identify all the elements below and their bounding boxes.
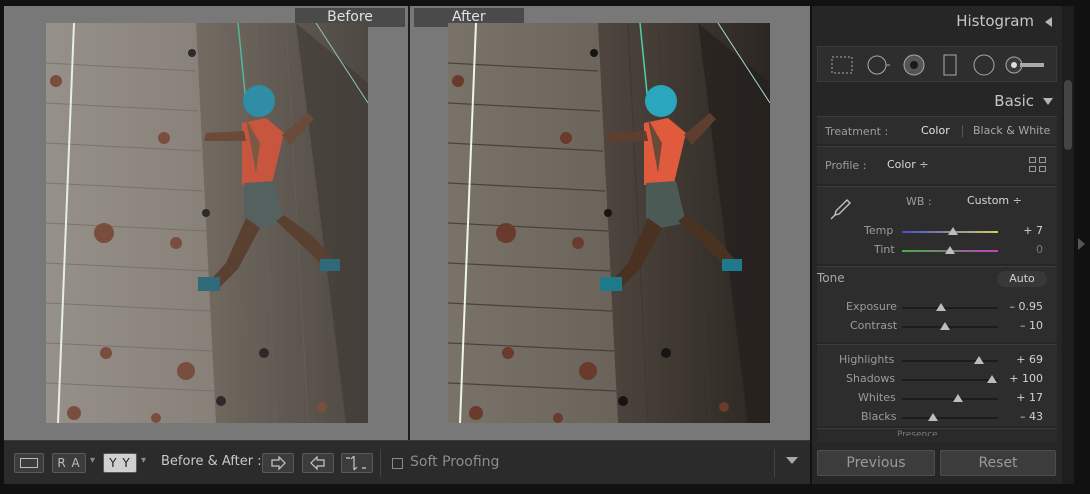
graduated-filter-icon[interactable] — [936, 51, 964, 79]
highlights-value[interactable]: + 69 — [1003, 353, 1043, 366]
arrow-left-icon — [310, 455, 325, 471]
spot-removal-icon[interactable] — [864, 51, 892, 79]
before-pane: Before — [6, 6, 408, 440]
whites-slider[interactable] — [902, 394, 998, 402]
exposure-slider[interactable] — [902, 303, 998, 311]
after-photo[interactable] — [448, 23, 770, 423]
exposure-slider-knob[interactable] — [936, 303, 947, 311]
soft-proofing-label[interactable]: Soft Proofing — [410, 454, 499, 470]
after-photo-image — [448, 23, 770, 423]
previous-button[interactable]: Previous — [817, 450, 935, 476]
tint-slider[interactable] — [902, 246, 998, 254]
before-after-side-by-side-button[interactable]: Y Y — [103, 453, 137, 473]
treatment-color-option[interactable]: Color — [921, 124, 950, 137]
after-pane: After — [410, 6, 810, 440]
swap-before-after-button[interactable] — [341, 453, 373, 473]
eyedropper-icon[interactable] — [827, 197, 853, 223]
contrast-label: Contrast — [850, 319, 898, 332]
soft-proofing-checkbox[interactable] — [392, 458, 403, 469]
compare-toolbar: R A ▾ Y Y ▾ Before & After : Soft Proofi… — [4, 440, 810, 484]
copy-after-to-before-button[interactable] — [302, 453, 334, 473]
arrow-right-icon — [271, 455, 286, 471]
collapse-down-icon — [1043, 98, 1053, 105]
treatment-bw-option[interactable]: Black & White — [973, 124, 1050, 137]
exposure-value[interactable]: – 0.95 — [1003, 300, 1044, 313]
tone-label: Tone — [817, 271, 845, 285]
histogram-panel-header[interactable]: Histogram — [812, 6, 1062, 36]
contrast-slider[interactable] — [902, 322, 998, 330]
loupe-view-button[interactable] — [14, 453, 44, 473]
wb-label: WB : — [906, 195, 932, 208]
profile-label: Profile : — [825, 159, 867, 172]
blacks-value[interactable]: – 43 — [1003, 410, 1043, 423]
right-panel-toggle-icon[interactable] — [1078, 238, 1085, 250]
toolbar-menu-chevron-icon[interactable] — [786, 457, 798, 464]
red-eye-icon[interactable] — [900, 51, 928, 79]
reset-button[interactable]: Reset — [940, 450, 1056, 476]
tint-slider-knob[interactable] — [945, 246, 955, 254]
adjustment-brush-icon[interactable] — [1004, 51, 1048, 79]
blacks-slider-knob[interactable] — [927, 413, 938, 421]
shadows-label: Shadows — [846, 372, 896, 385]
lightroom-develop-window: Before After R A ▾ Y Y ▾ Before & After … — [0, 0, 1090, 494]
contrast-slider-knob[interactable] — [940, 322, 951, 330]
copy-before-to-after-button[interactable] — [262, 453, 294, 473]
highlights-slider[interactable] — [902, 356, 998, 364]
shadows-slider-knob[interactable] — [987, 375, 998, 383]
whites-value[interactable]: + 17 — [1003, 391, 1043, 404]
loupe-view-icon — [20, 458, 38, 468]
profile-row: Profile : Color ÷ — [817, 146, 1057, 184]
treatment-row: Treatment : Color Black & White — [817, 116, 1057, 144]
temp-label: Temp — [864, 224, 894, 237]
temp-slider-knob[interactable] — [947, 227, 958, 235]
view-options-chevron-icon[interactable]: ▾ — [90, 455, 95, 466]
basic-title: Basic — [994, 92, 1034, 110]
tone-section: Tone Auto Exposure – 0.95 Contrast – 10 — [817, 266, 1057, 342]
split-options-chevron-icon[interactable]: ▾ — [141, 455, 146, 466]
before-photo[interactable] — [46, 23, 368, 423]
tint-label: Tint — [874, 243, 895, 256]
radial-filter-icon[interactable] — [970, 51, 998, 79]
before-after-label: Before & After : — [161, 454, 262, 469]
blacks-label: Blacks — [861, 410, 897, 423]
white-balance-section: WB : Custom ÷ Temp + 7 Tint 0 — [817, 186, 1057, 264]
temp-value[interactable]: + 7 — [1003, 224, 1043, 237]
histogram-title: Histogram — [956, 12, 1034, 30]
before-after-compare-view: Before After — [4, 6, 810, 440]
before-after-left-right-button[interactable]: R A — [52, 453, 86, 473]
presence-tone-sliders: Highlights + 69 Shadows + 100 Whites + 1… — [817, 344, 1057, 426]
whites-label: Whites — [858, 391, 896, 404]
auto-tone-button[interactable]: Auto — [997, 271, 1047, 287]
tint-value[interactable]: 0 — [1003, 243, 1043, 256]
whites-slider-knob[interactable] — [952, 394, 963, 402]
exposure-label: Exposure — [846, 300, 897, 313]
crop-overlay-icon[interactable] — [828, 51, 856, 79]
highlights-label: Highlights — [839, 353, 895, 366]
toolbar-divider — [774, 449, 775, 477]
treatment-divider — [962, 125, 963, 137]
wb-select[interactable]: Custom ÷ — [967, 194, 1022, 207]
before-photo-image — [46, 23, 368, 423]
develop-right-panel: Histogram Basic Treatment : Color Black … — [812, 6, 1062, 484]
contrast-value[interactable]: – 10 — [1003, 319, 1043, 332]
toolbar-divider — [380, 449, 381, 477]
treatment-label: Treatment : — [825, 125, 889, 138]
shadows-slider[interactable] — [902, 375, 998, 383]
swap-arrows-icon — [346, 455, 366, 471]
collapse-left-icon — [1045, 17, 1052, 27]
shadows-value[interactable]: + 100 — [1003, 372, 1043, 385]
temp-slider[interactable] — [902, 227, 998, 235]
tool-strip — [817, 46, 1057, 82]
panel-scrollbar[interactable] — [1062, 6, 1074, 484]
highlights-slider-knob[interactable] — [973, 356, 984, 364]
presence-label: Presence — [897, 430, 938, 436]
basic-panel-header[interactable]: Basic — [812, 86, 1062, 116]
panel-scrollbar-thumb[interactable] — [1064, 80, 1072, 150]
profile-select[interactable]: Color ÷ — [887, 158, 928, 171]
profile-browser-grid-icon[interactable] — [1029, 157, 1047, 173]
blacks-slider[interactable] — [902, 413, 998, 421]
